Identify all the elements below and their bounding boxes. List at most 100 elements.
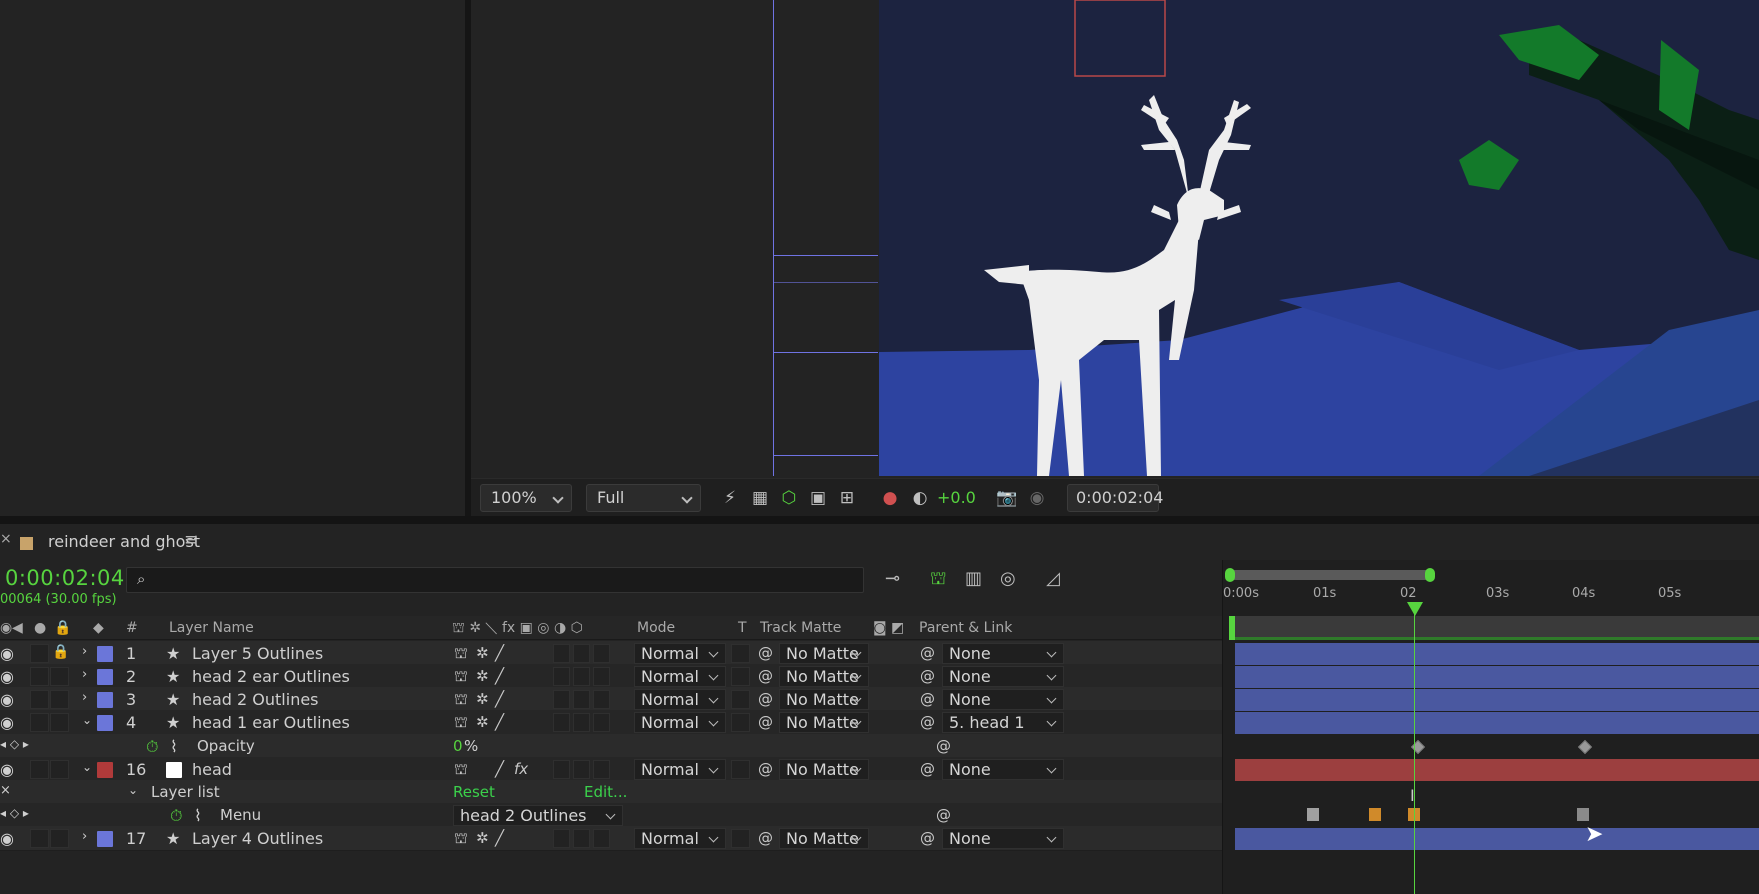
fast-preview-icon[interactable]: ⚡ xyxy=(719,488,741,508)
preserve-transparency-toggle[interactable] xyxy=(731,760,750,779)
switch-slot[interactable] xyxy=(593,644,610,663)
parent-dropdown[interactable]: None xyxy=(942,828,1064,849)
mode-dropdown[interactable]: Normal xyxy=(634,712,726,733)
label-color[interactable] xyxy=(97,715,113,731)
switch-slot[interactable] xyxy=(553,667,570,686)
switch-quality-icon[interactable]: ╱ xyxy=(495,760,504,778)
timeline-graph-area[interactable]: 0:00s 01s 02 03s 04s 05s I ➤ xyxy=(1222,560,1759,894)
switch-slot[interactable] xyxy=(593,713,610,732)
switch-slot[interactable] xyxy=(553,713,570,732)
solo-toggle[interactable] xyxy=(30,829,49,848)
solo-toggle[interactable] xyxy=(30,690,49,709)
switch-shy-icon[interactable]: ⛫ xyxy=(454,760,468,780)
lock-icon[interactable]: 🔒 xyxy=(52,644,69,660)
matte-link-icon[interactable]: @ xyxy=(758,690,773,708)
collapse-chevron-icon[interactable]: ⌄ xyxy=(82,760,92,774)
parent-dropdown[interactable]: 5. head 1 Outl xyxy=(942,712,1064,733)
eye-icon[interactable]: ◉ xyxy=(0,760,14,779)
switch-shy-icon[interactable]: ⛫ xyxy=(454,667,468,687)
collapse-chevron-icon[interactable]: ⌄ xyxy=(82,713,92,727)
opacity-value[interactable]: 0 xyxy=(453,737,463,755)
composition-viewer[interactable] xyxy=(471,0,1759,478)
current-time[interactable]: 0:00:02:04 xyxy=(5,566,125,590)
parent-header[interactable]: Parent & Link xyxy=(919,620,1012,636)
expand-chevron-icon[interactable]: › xyxy=(82,667,87,682)
show-snapshot-icon[interactable]: ◉ xyxy=(1026,488,1048,508)
mode-dropdown[interactable]: Normal xyxy=(634,643,726,664)
parent-pickwhip-icon[interactable]: @ xyxy=(920,829,935,847)
expand-chevron-icon[interactable]: › xyxy=(82,644,87,659)
track-matte-dropdown[interactable]: No Matte xyxy=(779,666,869,687)
track-matte-dropdown[interactable]: No Matte xyxy=(779,643,869,664)
switch-slot[interactable] xyxy=(573,760,590,779)
channel-icon[interactable]: ● xyxy=(879,488,901,508)
graph-editor-icon[interactable]: ◿ xyxy=(1046,568,1060,589)
switch-collapse-icon[interactable]: ✲ xyxy=(476,713,489,731)
layer-bar[interactable] xyxy=(1235,712,1759,734)
lock-header-icon[interactable]: 🔒 xyxy=(54,620,71,636)
lock-toggle[interactable] xyxy=(50,829,69,848)
track-matte-dropdown[interactable]: No Matte xyxy=(779,828,869,849)
number-header[interactable]: # xyxy=(126,620,138,636)
exposure-value[interactable]: +0.0 xyxy=(937,488,976,507)
exposure-reset-icon[interactable]: ◐ xyxy=(909,488,931,508)
label-color[interactable] xyxy=(97,669,113,685)
label-color[interactable] xyxy=(97,646,113,662)
grid-guides-icon[interactable]: ⊞ xyxy=(836,488,858,508)
layer-name[interactable]: head 2 ear Outlines xyxy=(192,667,350,686)
switch-quality-icon[interactable]: ╱ xyxy=(495,667,504,685)
solo-toggle[interactable] xyxy=(30,713,49,732)
parent-dropdown[interactable]: None xyxy=(942,759,1064,780)
keyframe-nav-icon[interactable]: ◂ ◇ ▸ xyxy=(0,806,29,820)
layer-row[interactable]: ◉ ⌄ 16 head ⛫ ╱ fx Normal @ No Matte @ N… xyxy=(0,757,1222,782)
playhead-line[interactable] xyxy=(1414,604,1415,894)
track-matte-dropdown[interactable]: No Matte xyxy=(779,689,869,710)
audio-header-icon[interactable]: ◀ xyxy=(12,620,23,636)
eye-icon[interactable]: ◉ xyxy=(0,690,14,709)
lock-toggle[interactable] xyxy=(50,713,69,732)
switch-slot[interactable] xyxy=(553,690,570,709)
switch-slot[interactable] xyxy=(573,713,590,732)
expression-pickwhip-icon[interactable]: @ xyxy=(936,737,951,755)
parent-dropdown[interactable]: None xyxy=(942,666,1064,687)
switch-slot[interactable] xyxy=(573,829,590,848)
solo-toggle[interactable] xyxy=(30,644,49,663)
layer-bar[interactable] xyxy=(1235,666,1759,688)
switch-slot[interactable] xyxy=(573,644,590,663)
solo-toggle[interactable] xyxy=(30,760,49,779)
parent-pickwhip-icon[interactable]: @ xyxy=(920,690,935,708)
expand-chevron-icon[interactable]: › xyxy=(82,690,87,705)
graph-icon[interactable]: ⌇ xyxy=(170,737,178,756)
motion-blur-icon[interactable]: ◎ xyxy=(1000,568,1016,589)
switch-collapse-icon[interactable]: ✲ xyxy=(476,667,489,685)
layer-row[interactable]: ◉ › 3 ★ head 2 Outlines ⛫ ✲ ╱ Normal @ N… xyxy=(0,687,1222,712)
effect-row[interactable]: × ⌄ Layer list Reset Edit... xyxy=(0,780,1222,805)
matte-link-icon[interactable]: @ xyxy=(758,644,773,662)
switch-shy-icon[interactable]: ⛫ xyxy=(454,690,468,710)
preserve-transparency-toggle[interactable] xyxy=(731,667,750,686)
graph-icon[interactable]: ⌇ xyxy=(194,806,202,825)
panel-divider-horizontal[interactable] xyxy=(0,516,1759,524)
scene-canvas[interactable] xyxy=(879,0,1759,476)
preserve-transparency-toggle[interactable] xyxy=(731,690,750,709)
switch-slot[interactable] xyxy=(553,760,570,779)
stopwatch-icon[interactable]: ⏱ xyxy=(170,806,182,826)
mask-path-icon[interactable]: ⬡ xyxy=(778,488,800,508)
eye-icon[interactable]: ◉ xyxy=(0,667,14,686)
layer-row[interactable]: ◉ 🔒 › 1 ★ Layer 5 Outlines ⛫ ✲ ╱ Normal … xyxy=(0,641,1222,666)
playhead-handle[interactable] xyxy=(1407,602,1423,616)
layer-bar[interactable] xyxy=(1235,828,1759,850)
switch-shy-icon[interactable]: ⛫ xyxy=(454,829,468,849)
keyframe-nav-icon[interactable]: ◂ ◇ ▸ xyxy=(0,737,29,751)
parent-dropdown[interactable]: None xyxy=(942,689,1064,710)
layer-name[interactable]: Layer 4 Outlines xyxy=(192,829,323,848)
transparency-grid-icon[interactable]: ▦ xyxy=(749,488,771,508)
keyframe[interactable] xyxy=(1577,739,1593,755)
switch-collapse-icon[interactable]: ✲ xyxy=(476,829,489,847)
switch-slot[interactable] xyxy=(553,644,570,663)
expression-pickwhip-icon[interactable]: @ xyxy=(936,806,951,824)
mode-dropdown[interactable]: Normal xyxy=(634,759,726,780)
opacity-property-row[interactable]: ◂ ◇ ▸ ⏱ ⌇ Opacity 0 % @ xyxy=(0,734,1222,759)
switch-collapse-icon[interactable]: ✲ xyxy=(476,690,489,708)
switch-slot[interactable] xyxy=(593,760,610,779)
